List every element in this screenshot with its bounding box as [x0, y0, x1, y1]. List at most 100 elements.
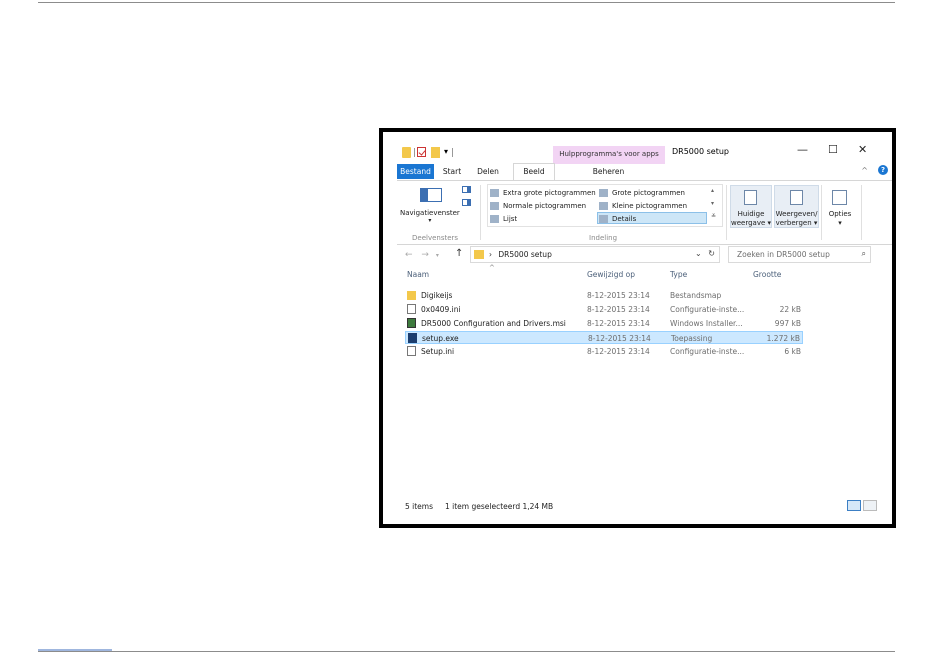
layout-list[interactable]: Lijst	[489, 213, 517, 225]
navigation-pane-dropdown-icon: ▾	[428, 217, 432, 224]
layout-extra-large-icons[interactable]: Extra grote pictogrammen	[489, 187, 596, 199]
layout-details[interactable]: Details	[597, 212, 707, 224]
extra-large-icons-icon	[490, 189, 499, 197]
layout-medium-icons[interactable]: Normale pictogrammen	[489, 200, 586, 212]
nav-history: ← → ▾	[405, 250, 439, 260]
folder-icon	[407, 291, 416, 300]
tab-start[interactable]: Start	[440, 164, 464, 179]
column-header-modified[interactable]: Gewijzigd op	[587, 270, 635, 279]
group-label-panes: Deelvensters	[412, 234, 459, 242]
file-size: 6 kB	[784, 347, 801, 356]
file-name: 0x0409.ini	[421, 305, 461, 314]
bottom-rule	[38, 651, 895, 652]
folder-icon[interactable]	[402, 147, 411, 158]
navigation-pane-icon[interactable]	[420, 188, 442, 202]
group-divider	[726, 185, 727, 240]
preview-pane-icon[interactable]	[462, 186, 471, 193]
tab-view[interactable]: Beeld	[513, 163, 555, 180]
details-pane-icon[interactable]	[462, 199, 471, 206]
forward-arrow-icon[interactable]: →	[421, 250, 429, 260]
layout-item-label: Normale pictogrammen	[503, 202, 587, 210]
current-view-label: Huidige weergave ▾	[731, 210, 771, 228]
breadcrumb-current[interactable]: DR5000 setup	[498, 250, 551, 259]
close-button[interactable]: ✕	[858, 143, 867, 156]
ini-file-icon	[407, 346, 416, 356]
layout-scroll-down-icon[interactable]: ▾	[711, 200, 714, 207]
file-row[interactable]: DR5000 Configuration and Drivers.msi 8-1…	[405, 317, 803, 330]
details-icon	[599, 215, 608, 223]
file-modified: 8-12-2015 23:14	[587, 291, 650, 300]
new-folder-icon[interactable]	[431, 147, 440, 158]
options-button[interactable]: Opties ▾	[824, 185, 856, 228]
navigation-pane-button[interactable]: Navigatievenster ▾	[400, 209, 460, 224]
current-view-button[interactable]: Huidige weergave ▾	[730, 185, 772, 228]
layout-scroll-up-icon[interactable]: ▴	[711, 187, 714, 194]
ribbon-panel: Navigatievenster ▾ Deelvensters Extra gr…	[397, 180, 892, 245]
file-type: Bestandsmap	[670, 291, 722, 300]
address-dropdown-icon[interactable]: ⌄	[695, 249, 702, 258]
show-hide-button[interactable]: Weergeven/ verbergen ▾	[774, 185, 819, 228]
refresh-icon[interactable]: ↻	[708, 249, 715, 258]
show-hide-line2: verbergen ▾	[775, 219, 818, 227]
folder-icon	[474, 250, 484, 259]
layout-gallery: Extra grote pictogrammen Grote pictogram…	[487, 184, 723, 227]
file-modified: 8-12-2015 23:14	[587, 305, 650, 314]
column-header-name[interactable]: Naam	[407, 270, 429, 279]
current-view-line1: Huidige	[737, 210, 765, 218]
navigation-pane-label: Navigatievenster	[400, 209, 460, 217]
status-item-count: 5 items	[405, 502, 434, 511]
maximize-button[interactable]: ☐	[828, 143, 838, 156]
list-icon	[490, 215, 499, 223]
file-name: setup.exe	[422, 334, 459, 343]
small-icons-icon	[599, 202, 608, 210]
up-arrow-icon[interactable]: ↑	[455, 248, 463, 259]
search-icon[interactable]: ⌕	[862, 249, 866, 259]
back-arrow-icon[interactable]: ←	[405, 250, 413, 260]
file-name: Digikeijs	[421, 291, 453, 300]
file-modified: 8-12-2015 23:14	[588, 334, 651, 343]
tab-share[interactable]: Delen	[476, 164, 500, 179]
file-row[interactable]: Setup.ini 8-12-2015 23:14 Configuratie-i…	[405, 345, 803, 358]
recent-locations-icon[interactable]: ▾	[436, 252, 439, 259]
column-header-type[interactable]: Type	[670, 270, 687, 279]
file-type: Configuratie-inste...	[670, 305, 745, 314]
minimize-button[interactable]: —	[797, 143, 808, 156]
file-row-selected[interactable]: setup.exe 8-12-2015 23:14 Toepassing 1.2…	[405, 331, 803, 344]
options-label-wrap: Opties ▾	[825, 210, 855, 228]
column-header-size[interactable]: Grootte	[753, 270, 781, 279]
large-icons-icon	[599, 189, 608, 197]
options-dropdown-icon: ▾	[838, 219, 842, 227]
file-modified: 8-12-2015 23:14	[587, 347, 650, 356]
file-size: 22 kB	[779, 305, 801, 314]
large-icons-view-icon[interactable]	[863, 500, 877, 511]
collapse-ribbon-icon[interactable]: ^	[861, 166, 868, 175]
file-type: Windows Installer...	[670, 319, 743, 328]
layout-item-label: Extra grote pictogrammen	[503, 189, 596, 197]
layout-more-icon[interactable]: ≚	[711, 213, 716, 220]
group-label-layout: Indeling	[589, 234, 618, 242]
quick-access-dropdown-icon[interactable]: ▾	[444, 147, 448, 156]
file-size: 997 kB	[774, 319, 801, 328]
search-input[interactable]: Zoeken in DR5000 setup	[737, 250, 830, 259]
options-label: Opties	[828, 210, 852, 218]
help-icon[interactable]: ?	[878, 165, 888, 175]
details-view-icon[interactable]	[847, 500, 861, 511]
tab-manage[interactable]: Beheren	[571, 164, 646, 179]
tab-file[interactable]: Bestand	[397, 164, 434, 179]
top-rule	[38, 2, 895, 3]
layout-item-label: Lijst	[503, 215, 518, 223]
file-row[interactable]: 0x0409.ini 8-12-2015 23:14 Configuratie-…	[405, 303, 803, 316]
address-path[interactable]: › DR5000 setup	[489, 250, 552, 259]
layout-large-icons[interactable]: Grote pictogrammen	[598, 187, 685, 199]
layout-item-label: Grote pictogrammen	[612, 189, 685, 197]
properties-icon[interactable]	[417, 147, 426, 157]
context-tab-app-tools[interactable]: Hulpprogramma's voor apps	[553, 146, 665, 164]
search-box[interactable]: Zoeken in DR5000 setup ⌕	[728, 246, 871, 263]
layout-small-icons[interactable]: Kleine pictogrammen	[598, 200, 687, 212]
file-name: Setup.ini	[421, 347, 455, 356]
breadcrumb-separator: ›	[489, 250, 492, 259]
address-bar[interactable]: › DR5000 setup ⌄ ↻	[470, 246, 720, 263]
current-view-line2: weergave ▾	[731, 219, 772, 227]
qa-separator	[414, 148, 415, 157]
file-row[interactable]: Digikeijs 8-12-2015 23:14 Bestandsmap	[405, 289, 803, 302]
